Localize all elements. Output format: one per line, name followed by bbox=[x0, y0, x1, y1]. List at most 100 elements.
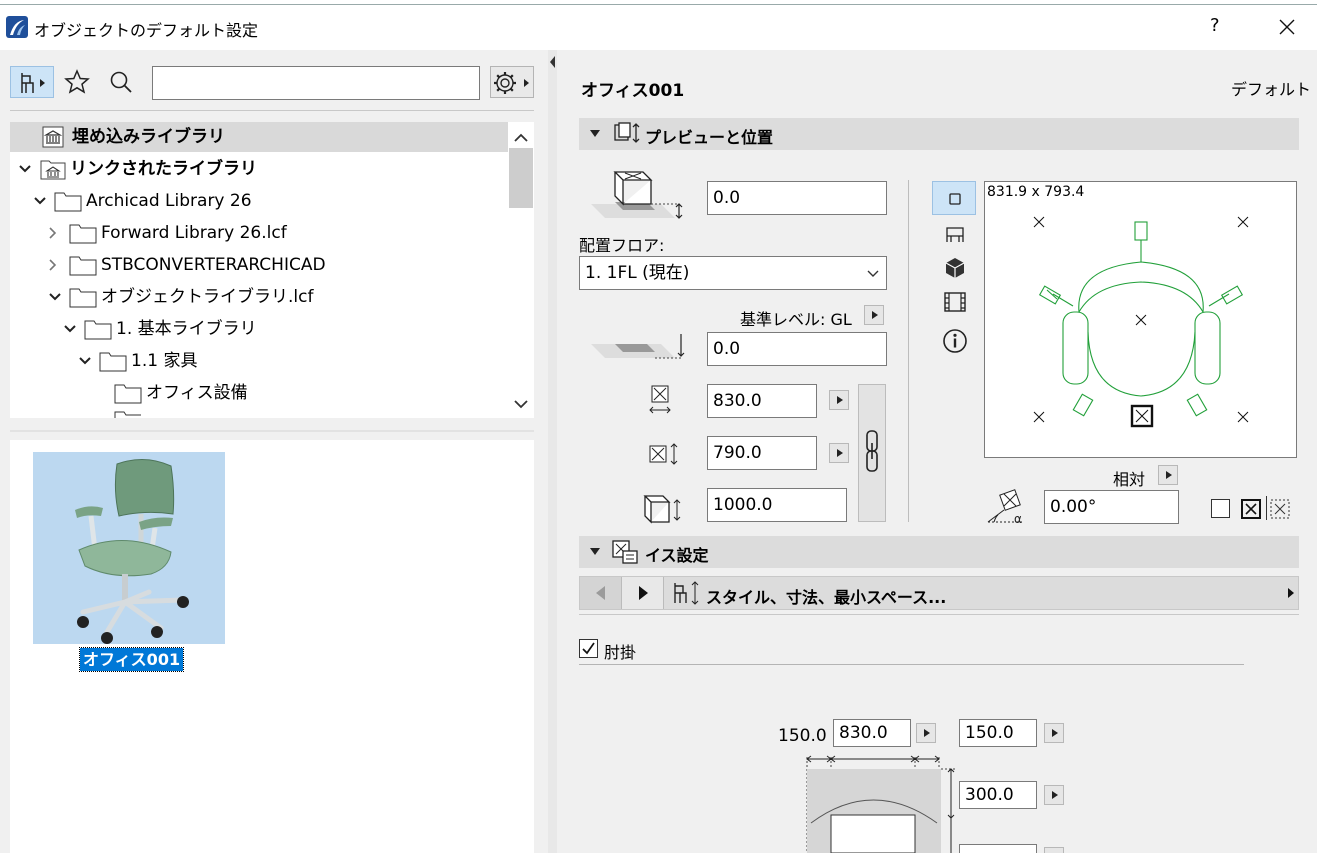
armrest-depth-field[interactable]: 300.0 bbox=[959, 781, 1037, 809]
elevation-icon bbox=[591, 164, 689, 226]
next-page-button[interactable] bbox=[622, 577, 664, 609]
gear-icon bbox=[494, 72, 529, 94]
tree-item-office-equipment[interactable]: オフィス設備 bbox=[10, 378, 508, 408]
chevron-down-icon[interactable] bbox=[18, 164, 32, 174]
floor-select-value: 1. 1FL (現在) bbox=[585, 263, 690, 283]
tree-item-label: 1. 基本ライブラリ bbox=[116, 319, 257, 339]
next-dimension-field[interactable] bbox=[959, 844, 1037, 853]
next-arrow-icon bbox=[639, 586, 648, 600]
folder-icon bbox=[114, 384, 142, 404]
preview-section-header[interactable]: プレビューと位置 bbox=[579, 118, 1299, 150]
left-arm-width-label: 150.0 bbox=[778, 726, 827, 746]
library-search-input[interactable] bbox=[152, 66, 480, 100]
seat-width-options-button[interactable] bbox=[916, 723, 936, 743]
armrest-depth-options-button[interactable] bbox=[1044, 785, 1064, 805]
armrest-label: 肘掛 bbox=[604, 643, 637, 662]
chevron-down-icon[interactable] bbox=[48, 292, 62, 302]
close-button[interactable] bbox=[1276, 16, 1298, 38]
panel-splitter[interactable] bbox=[548, 50, 557, 853]
prev-page-button[interactable] bbox=[580, 577, 622, 609]
chair-plan-preview bbox=[1033, 216, 1249, 428]
help-button[interactable]: ? bbox=[1210, 15, 1220, 36]
collapse-triangle-icon bbox=[590, 130, 600, 137]
seat-width-field[interactable]: 830.0 bbox=[833, 719, 911, 747]
rotation-angle-field[interactable]: 0.00° bbox=[1044, 490, 1179, 524]
reference-elevation-field[interactable]: 0.0 bbox=[707, 332, 887, 366]
object-thumbnail-label[interactable]: オフィス001 bbox=[78, 647, 185, 672]
chevron-down-icon[interactable] bbox=[63, 324, 77, 334]
depth-options-button[interactable] bbox=[829, 443, 849, 463]
width-icon bbox=[649, 385, 671, 414]
collapse-left-icon bbox=[550, 56, 555, 68]
tree-item-label: 1.1 家具 bbox=[131, 351, 198, 371]
right-arm-width-options-button[interactable] bbox=[1044, 723, 1064, 743]
default-label: デフォルト bbox=[1231, 80, 1312, 99]
3d-view-icon bbox=[945, 258, 965, 278]
page-menu-icon bbox=[1288, 588, 1294, 598]
mirror-checkbox[interactable] bbox=[1211, 499, 1230, 518]
plan-view-button[interactable] bbox=[932, 181, 976, 215]
tree-item-label: オフィス設備 bbox=[146, 383, 248, 403]
rotation-angle-icon: α bbox=[987, 489, 1024, 526]
tree-item-furniture[interactable]: 1.1 家具 bbox=[10, 346, 508, 376]
library-tree: 埋め込みライブラリ リンクされたライブラリ Archicad Library 2… bbox=[10, 122, 508, 418]
object-thumbnail[interactable] bbox=[33, 452, 225, 644]
search-icon[interactable] bbox=[109, 70, 133, 94]
prev-arrow-icon bbox=[596, 586, 605, 600]
tree-item-label: リンクされたライブラリ bbox=[70, 159, 257, 179]
width-field[interactable]: 830.0 bbox=[707, 384, 817, 418]
floor-select[interactable]: 1. 1FL (現在) bbox=[579, 256, 887, 290]
title-bar: オブジェクトのデフォルト設定 ? bbox=[0, 0, 1317, 50]
tree-item-basic-library[interactable]: 1. 基本ライブラリ bbox=[10, 314, 508, 344]
bounding-box-icon bbox=[1270, 499, 1290, 519]
tree-item-label: Archicad Library 26 bbox=[86, 191, 252, 211]
window-title: オブジェクトのデフォルト設定 bbox=[34, 21, 259, 40]
close-icon bbox=[1279, 19, 1295, 35]
tree-item-embedded-library[interactable]: 埋め込みライブラリ bbox=[10, 122, 508, 152]
tree-scrollbar[interactable] bbox=[508, 122, 534, 418]
height-field[interactable]: 1000.0 bbox=[707, 488, 847, 522]
right-arm-width-field[interactable]: 150.0 bbox=[959, 719, 1037, 747]
chair-settings-section-header[interactable]: イス設定 bbox=[579, 536, 1299, 568]
reference-level-button[interactable] bbox=[864, 305, 884, 325]
proportion-lock-button[interactable] bbox=[858, 384, 886, 522]
settings-panel: オフィス001 デフォルト プレビューと位置 0.0 配置フロア: 1. 1FL… bbox=[557, 50, 1317, 853]
anchor-point-icon bbox=[1241, 499, 1261, 519]
library-settings-button[interactable] bbox=[490, 66, 534, 98]
collapse-triangle-icon bbox=[590, 548, 600, 555]
chair-dimension-icon bbox=[674, 581, 699, 605]
chevron-down-icon[interactable] bbox=[33, 196, 47, 206]
preview-window: 831.9 x 793.4 bbox=[984, 181, 1297, 458]
tree-item-object-library[interactable]: オブジェクトライブラリ.lcf bbox=[10, 282, 508, 312]
favorites-star-icon[interactable] bbox=[64, 69, 90, 95]
checkmark-icon bbox=[582, 642, 595, 655]
scroll-up-icon bbox=[514, 133, 528, 142]
anchor-divider bbox=[1266, 496, 1267, 520]
tree-item-linked-libraries[interactable]: リンクされたライブラリ bbox=[10, 154, 508, 184]
elevation-field[interactable]: 0.0 bbox=[707, 181, 887, 215]
armrest-checkbox[interactable] bbox=[579, 639, 598, 658]
tree-item-archicad-library[interactable]: Archicad Library 26 bbox=[10, 186, 508, 216]
chevron-right-icon[interactable] bbox=[48, 226, 58, 240]
depth-field[interactable]: 790.0 bbox=[707, 436, 817, 470]
panel-divider bbox=[10, 430, 534, 432]
section-divider-vertical bbox=[908, 180, 909, 522]
tree-item-stbconverter[interactable]: STBCONVERTERARCHICAD bbox=[10, 250, 508, 280]
depth-icon bbox=[649, 443, 678, 465]
library-building-icon bbox=[42, 126, 64, 148]
archicad-logo-icon bbox=[6, 16, 28, 38]
relative-options-button[interactable] bbox=[1158, 465, 1178, 485]
floor-label: 配置フロア: bbox=[579, 236, 665, 255]
scroll-down-icon bbox=[514, 400, 528, 409]
object-type-button[interactable] bbox=[10, 66, 54, 98]
info-icon bbox=[943, 329, 967, 353]
folder-icon bbox=[69, 256, 97, 276]
scroll-thumb[interactable] bbox=[509, 148, 533, 208]
chevron-down-icon[interactable] bbox=[78, 356, 92, 366]
next-dimension-options-button[interactable] bbox=[1044, 847, 1064, 853]
reference-elevation-icon bbox=[591, 332, 689, 366]
tree-item-forward-library[interactable]: Forward Library 26.lcf bbox=[10, 218, 508, 248]
chevron-right-icon[interactable] bbox=[48, 258, 58, 272]
width-options-button[interactable] bbox=[829, 390, 849, 410]
tree-item-label: 埋め込みライブラリ bbox=[72, 127, 225, 147]
